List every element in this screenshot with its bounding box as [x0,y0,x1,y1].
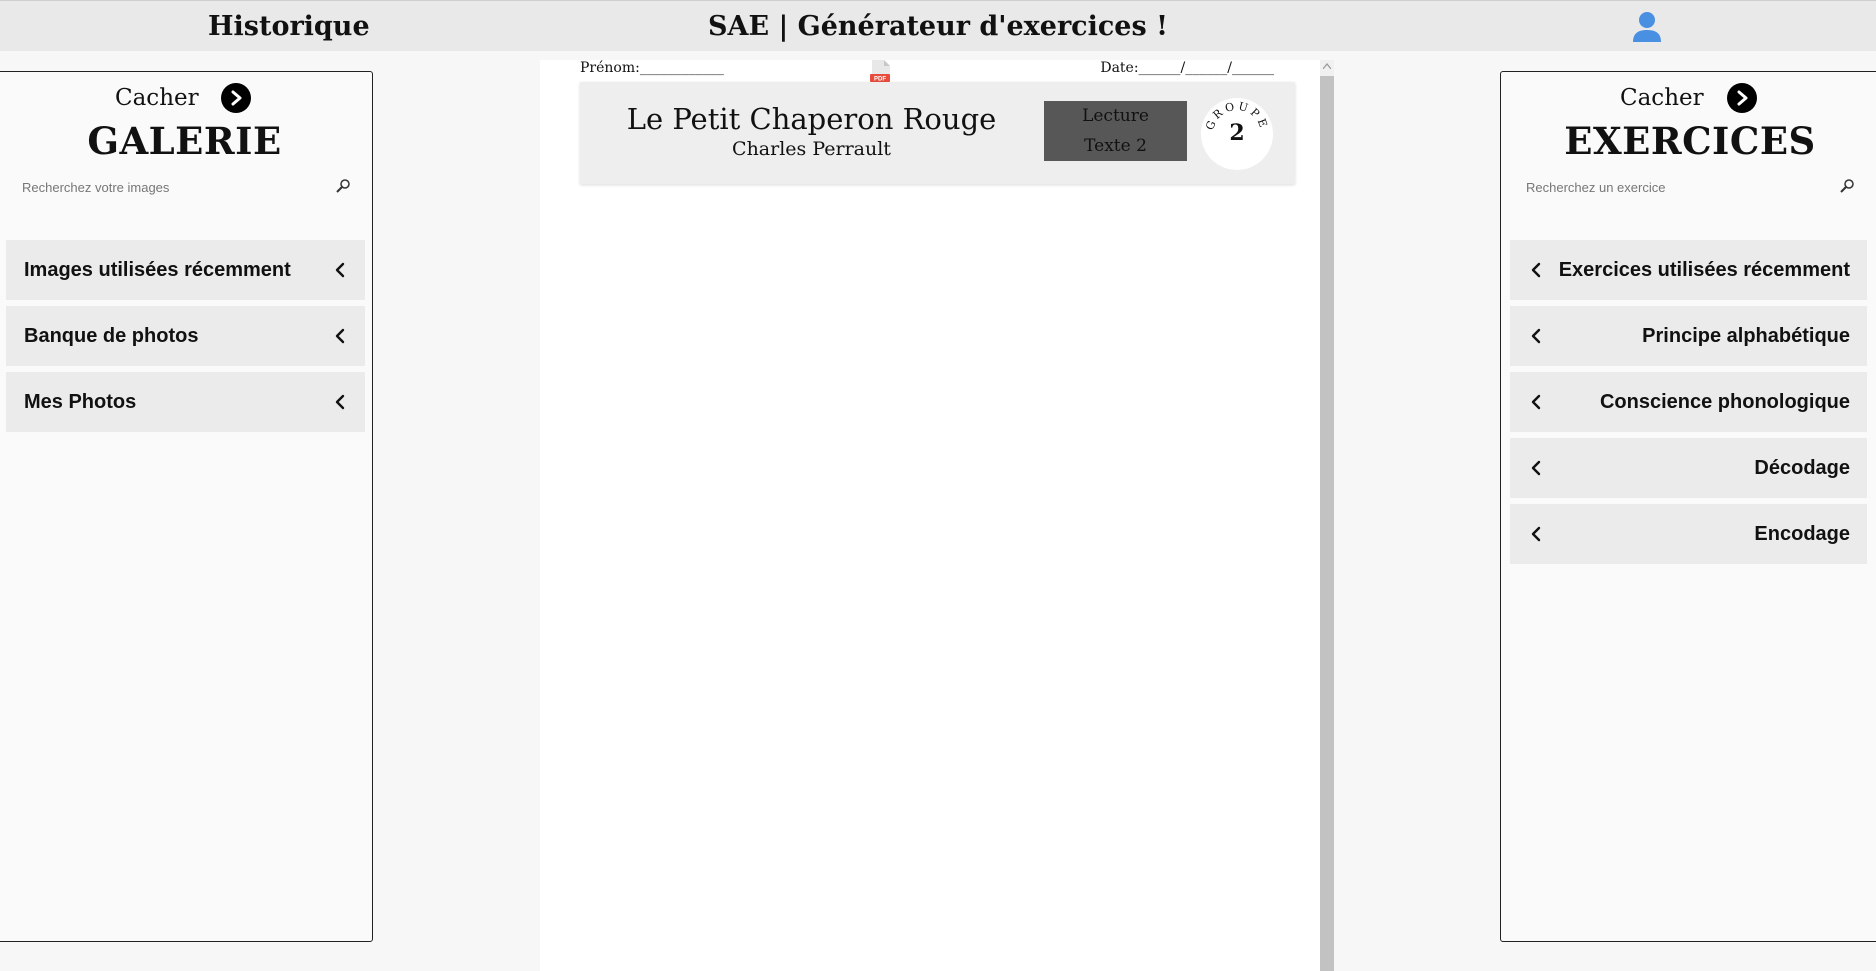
date-field: Date:______/______/______ [1100,60,1274,76]
level-box: Lecture Texte 2 [1044,101,1187,161]
worksheet-preview: Prénom:____________ PDF Date:______/____… [540,60,1320,971]
gallery-item-photo-bank[interactable]: Banque de photos [6,306,365,366]
exercise-category-decoding[interactable]: Décodage [1510,438,1867,498]
gallery-item-recent[interactable]: Images utilisées récemment [6,240,365,300]
chevron-right-icon [231,90,242,106]
chevron-right-icon [1737,90,1748,106]
gallery-panel: Cacher GALERIE Images utilisées récemmen… [0,71,373,942]
history-link[interactable]: Historique [208,11,370,42]
level-line-2: Texte 2 [1084,136,1147,156]
exercise-category-label: Principe alphabétique [1642,325,1850,347]
document-scrollbar[interactable] [1320,60,1334,971]
exercise-category-recent[interactable]: Exercices utilisées récemment [1510,240,1867,300]
gallery-search [22,172,357,202]
exercise-category-encoding[interactable]: Encodage [1510,504,1867,564]
book-title: Le Petit Chaperon Rouge [626,102,997,136]
exercise-category-label: Exercices utilisées récemment [1558,259,1850,281]
book-author: Charles Perrault [732,138,891,160]
exercises-hide-label: Cacher [1620,85,1704,111]
chevron-left-icon [1531,394,1541,410]
level-line-1: Lecture [1082,106,1149,126]
gallery-hide-label: Cacher [115,85,199,111]
chevron-left-icon [1531,526,1541,542]
exercise-category-alphabetic[interactable]: Principe alphabétique [1510,306,1867,366]
top-bar: Historique SAE | Générateur d'exercices … [0,0,1876,51]
search-icon[interactable] [1839,178,1855,194]
exercises-panel: Cacher EXERCICES Exercices utilisées réc… [1500,71,1876,942]
user-avatar-icon[interactable] [1632,11,1662,43]
chevron-left-icon [1531,460,1541,476]
search-icon[interactable] [335,178,351,194]
exercise-category-label: Décodage [1754,457,1850,479]
scroll-up-button[interactable] [1320,60,1334,76]
exercises-hide-button[interactable] [1727,83,1757,113]
gallery-hide-row: Cacher [0,83,372,113]
exercises-title: EXERCICES [1564,119,1816,163]
group-badge-number: 2 [1229,120,1245,146]
chevron-left-icon [335,394,345,410]
chevron-left-icon [1531,262,1541,278]
group-badge: GROUPE 2 [1201,98,1273,170]
gallery-item-label: Banque de photos [24,325,199,347]
name-field: Prénom:____________ [580,60,724,76]
exercises-search [1526,172,1859,202]
caret-up-icon [1323,63,1331,69]
gallery-item-my-photos[interactable]: Mes Photos [6,372,365,432]
gallery-item-label: Mes Photos [24,391,137,413]
gallery-title: GALERIE [87,119,282,163]
exercise-category-phonological[interactable]: Conscience phonologique [1510,372,1867,432]
exercises-search-input[interactable] [1526,172,1859,202]
exercises-hide-row: Cacher [1501,83,1876,113]
exercise-category-label: Encodage [1754,523,1850,545]
chevron-left-icon [1531,328,1541,344]
gallery-hide-button[interactable] [221,83,251,113]
worksheet-header: Le Petit Chaperon Rouge Charles Perrault… [580,82,1295,184]
gallery-item-label: Images utilisées récemment [24,259,291,281]
gallery-search-input[interactable] [22,172,357,202]
chevron-left-icon [335,262,345,278]
exercise-category-label: Conscience phonologique [1599,391,1850,413]
chevron-left-icon [335,328,345,344]
